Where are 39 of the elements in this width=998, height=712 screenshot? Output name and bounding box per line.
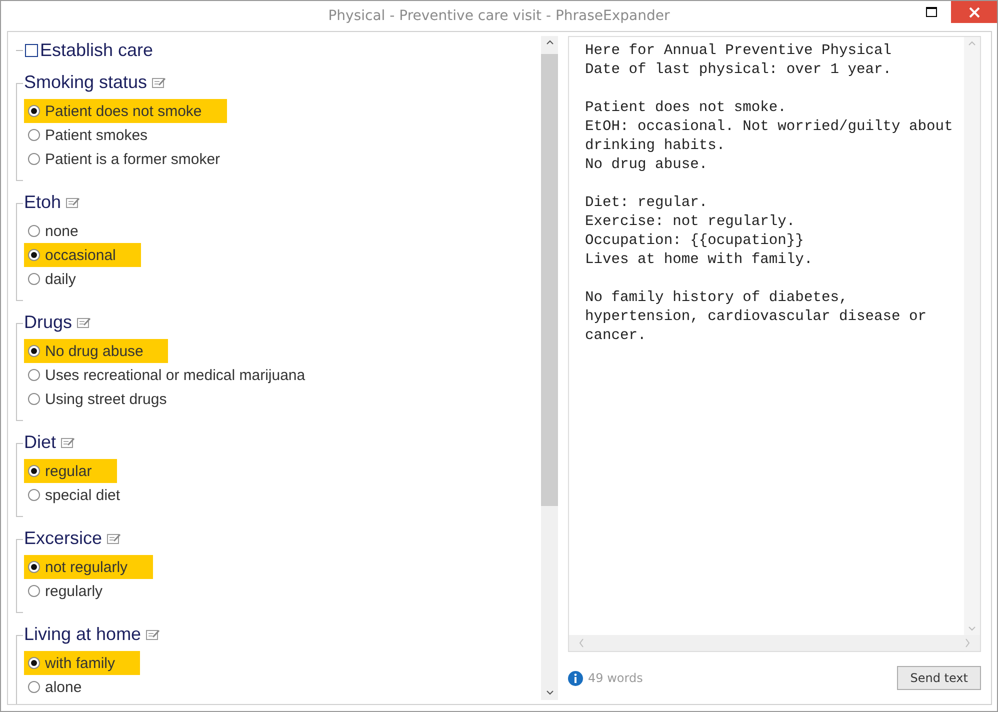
- radio-option[interactable]: not regularly: [24, 555, 153, 579]
- radio-option[interactable]: special diet: [24, 483, 146, 507]
- radio-option[interactable]: alone: [24, 675, 107, 699]
- window-title: Physical - Preventive care visit - PhraseExpander: [328, 7, 670, 26]
- checkbox-label: Establish care: [40, 40, 154, 61]
- edit-icon[interactable]: [61, 436, 76, 448]
- section-heading: Smoking status: [24, 72, 148, 92]
- radio-option[interactable]: regular: [24, 459, 117, 483]
- section-heading: Living at home: [24, 624, 142, 644]
- radio-option[interactable]: daily: [24, 267, 101, 291]
- close-icon: [968, 6, 980, 18]
- establish-care-checkbox[interactable]: [25, 44, 38, 57]
- edit-icon[interactable]: [107, 532, 122, 544]
- radio-option[interactable]: regularly: [24, 579, 128, 603]
- radio-option[interactable]: Uses recreational or medical marijuana: [24, 363, 330, 387]
- radio-option[interactable]: Using street drugs: [24, 387, 192, 411]
- edit-icon[interactable]: [77, 316, 92, 328]
- radio-option[interactable]: No drug abuse: [24, 339, 168, 363]
- word-count: 49 words: [588, 671, 643, 685]
- section-heading: Diet: [24, 432, 56, 452]
- send-text-button[interactable]: Send text: [897, 666, 981, 690]
- radio-option[interactable]: Patient does not smoke: [24, 99, 227, 123]
- edit-icon[interactable]: [152, 76, 166, 88]
- section-heading: Excersice: [24, 528, 102, 548]
- radio-option[interactable]: occasional: [24, 243, 141, 267]
- preview-text-area[interactable]: [568, 36, 981, 652]
- section-heading: Drugs: [24, 312, 72, 332]
- edit-icon[interactable]: [146, 628, 160, 640]
- info-icon: [568, 670, 583, 686]
- edit-icon[interactable]: [66, 196, 80, 208]
- section-heading: Etoh: [24, 192, 62, 212]
- radio-option[interactable]: Patient is a former smoker: [24, 147, 246, 171]
- radio-option[interactable]: with family: [24, 651, 140, 675]
- scrollbar[interactable]: [541, 36, 558, 700]
- radio-option[interactable]: Patient smokes: [24, 123, 173, 147]
- maximize-icon: [926, 7, 936, 17]
- preview-text: Here for Annual Preventive Physical Date of last physical: over 1 year. Patient does not smoke. EtOH: occasional. Not worried/guilty about drinking habits. No drug abuse. Diet: regular. Exercise: not regularly. Occupation: {{ocupation}} Lives at home with family. No family history of diabetes, hypertension, cardiovascular disease or cancer.: [584, 42, 954, 346]
- radio-option[interactable]: none: [24, 219, 104, 243]
- close-button[interactable]: [951, 1, 997, 23]
